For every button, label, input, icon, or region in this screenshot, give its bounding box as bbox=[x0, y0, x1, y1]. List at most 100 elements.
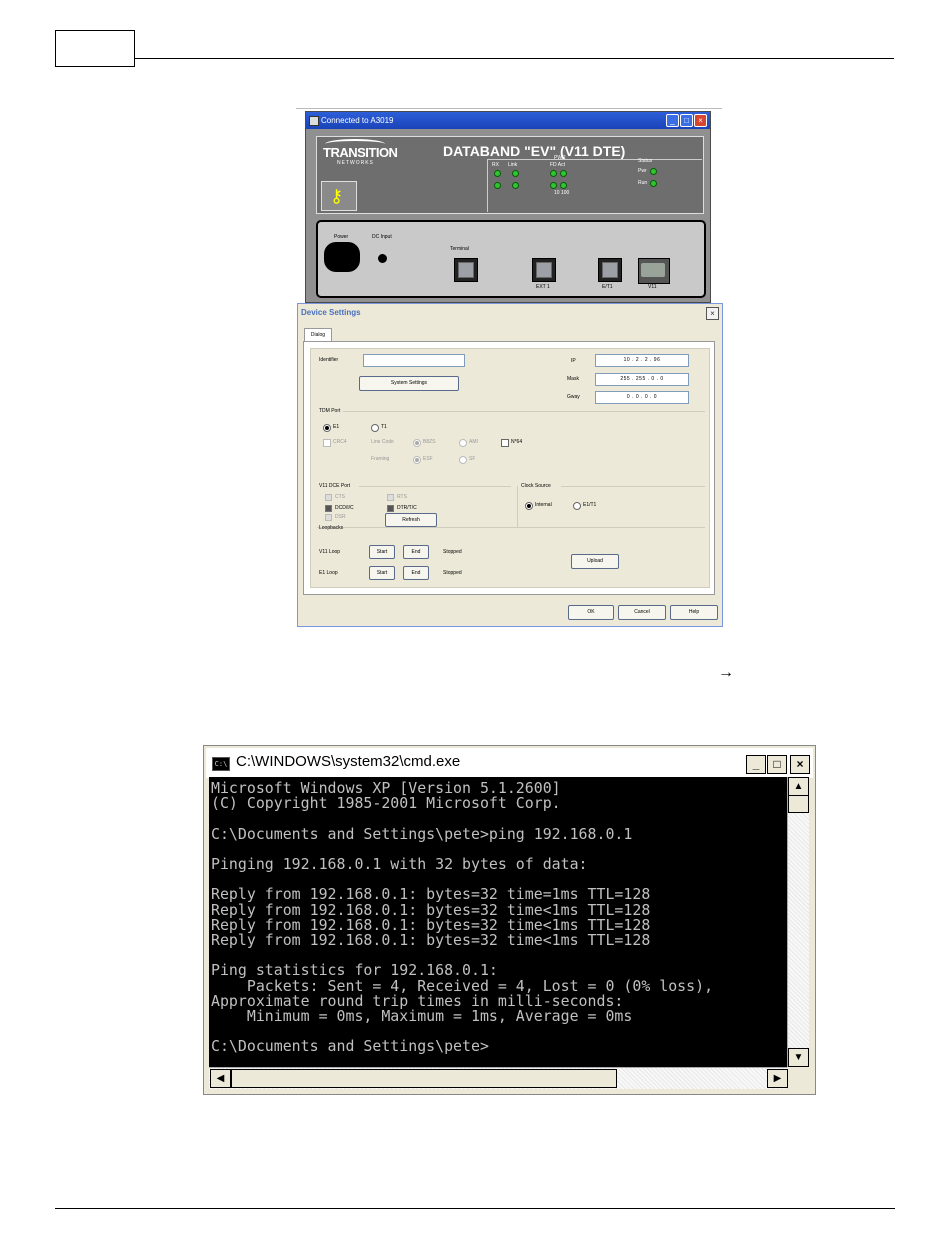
rts-label: RTS bbox=[397, 494, 407, 500]
ami-radio[interactable] bbox=[459, 439, 467, 447]
key-button[interactable]: ⚷ bbox=[321, 181, 357, 211]
e1-loop-start-button[interactable]: Start bbox=[369, 566, 395, 580]
console-output[interactable]: Microsoft Windows XP [Version 5.1.2600](… bbox=[209, 777, 787, 1067]
e1-loop-status: Stopped bbox=[443, 570, 462, 576]
dialog-title: Device Settings bbox=[301, 308, 361, 317]
v11-port[interactable] bbox=[638, 258, 670, 284]
dc-input-label: DC Input bbox=[372, 234, 392, 240]
close-button[interactable]: × bbox=[694, 114, 707, 127]
divider bbox=[517, 486, 518, 527]
led-label-pwr1: Pwr bbox=[638, 168, 647, 174]
e1-loop-end-button[interactable]: End bbox=[403, 566, 429, 580]
internal-clock-radio[interactable] bbox=[525, 502, 533, 510]
horizontal-scrollbar[interactable]: ◀ ▶ bbox=[209, 1067, 788, 1089]
gway-label: Gway bbox=[567, 394, 580, 400]
t1-radio[interactable] bbox=[371, 424, 379, 432]
led bbox=[494, 170, 501, 177]
led bbox=[560, 170, 567, 177]
console-line: Pinging 192.168.0.1 with 32 bytes of dat… bbox=[211, 855, 588, 874]
power-jack bbox=[324, 242, 360, 272]
device-window-titlebar[interactable]: Connected to A3019 _ □ × bbox=[306, 112, 710, 129]
arrow-icon: → bbox=[718, 664, 734, 681]
line-code-label: Line Code bbox=[371, 439, 394, 445]
dcd-label: DCD/I/C bbox=[335, 505, 354, 511]
console-line: C:\Documents and Settings\pete> bbox=[211, 1037, 489, 1056]
device-status-panel: TRANSITION NETWORKS ⚷ DATABAND "EV" (V11… bbox=[316, 136, 704, 214]
ip-label: IP bbox=[571, 358, 576, 364]
console-line: (C) Copyright 1985-2001 Microsoft Corp. bbox=[211, 794, 561, 813]
cancel-button[interactable]: Cancel bbox=[618, 605, 666, 620]
cmd-close-button[interactable]: × bbox=[790, 755, 810, 774]
t1-radio-label: T1 bbox=[381, 424, 387, 430]
e1-port[interactable] bbox=[598, 258, 622, 282]
sf-radio[interactable] bbox=[459, 456, 467, 464]
gway-input[interactable]: 0 . 0 . 0 . 0 bbox=[595, 391, 689, 404]
e1t1-clock-radio[interactable] bbox=[573, 502, 581, 510]
dc-input-jack bbox=[378, 254, 387, 263]
app-icon bbox=[309, 116, 319, 126]
help-button[interactable]: Help bbox=[670, 605, 718, 620]
dsr-label: DSR bbox=[335, 514, 346, 520]
dtr-label: DTR/T/C bbox=[397, 505, 417, 511]
v11-label: V11 bbox=[648, 284, 657, 290]
dsr-indicator bbox=[325, 514, 332, 521]
vertical-scroll-thumb[interactable] bbox=[788, 795, 809, 813]
crc4-checkbox[interactable] bbox=[323, 439, 331, 447]
identifier-label: Identifier bbox=[319, 357, 339, 363]
ext-port[interactable] bbox=[532, 258, 556, 282]
console-line: Reply from 192.168.0.1: bytes=32 time<1m… bbox=[211, 931, 651, 950]
vertical-scrollbar[interactable]: ▲ ▼ bbox=[787, 777, 809, 1067]
led bbox=[560, 182, 567, 189]
led-label-status: Status bbox=[638, 158, 653, 164]
v11-loop-start-button[interactable]: Start bbox=[369, 545, 395, 559]
device-window-title: Connected to A3019 bbox=[321, 116, 394, 125]
ip-input[interactable]: 10 . 2 . 2 . 96 bbox=[595, 354, 689, 367]
b8zs-radio[interactable] bbox=[413, 439, 421, 447]
v11-dce-port-label: V11 DCE Port bbox=[319, 483, 351, 489]
refresh-button[interactable]: Refresh bbox=[385, 513, 437, 527]
clock-source-label: Clock Source bbox=[521, 483, 551, 489]
framing-label: Framing bbox=[371, 456, 390, 462]
scroll-right-button[interactable]: ▶ bbox=[767, 1069, 788, 1088]
settings-panel: Identifier System Settings IP 10 . 2 . 2… bbox=[310, 348, 710, 588]
upload-button[interactable]: Upload bbox=[571, 554, 619, 569]
header-rule bbox=[134, 58, 894, 59]
n64-checkbox[interactable] bbox=[501, 439, 509, 447]
e1-radio[interactable] bbox=[323, 424, 331, 432]
ami-label: AMI bbox=[469, 439, 478, 445]
dialog-close-button[interactable]: × bbox=[706, 307, 719, 320]
minimize-button[interactable]: _ bbox=[666, 114, 679, 127]
esf-label: ESF bbox=[423, 456, 433, 462]
scroll-down-button[interactable]: ▼ bbox=[788, 1048, 809, 1067]
tab-dialog[interactable]: Dialog bbox=[304, 328, 332, 342]
led bbox=[550, 170, 557, 177]
ok-button[interactable]: OK bbox=[568, 605, 614, 620]
terminal-label: Terminal bbox=[450, 246, 469, 252]
horizontal-scroll-thumb[interactable] bbox=[231, 1069, 617, 1088]
scroll-left-button[interactable]: ◀ bbox=[210, 1069, 231, 1088]
led-label-rx: RX bbox=[492, 162, 499, 168]
cmd-icon: C:\ bbox=[212, 757, 230, 771]
figure-rule bbox=[296, 108, 722, 109]
page-number-box bbox=[55, 30, 135, 67]
e1-loop-label: E1 Loop bbox=[319, 570, 338, 576]
divider bbox=[359, 486, 511, 487]
mask-input[interactable]: 255 . 255 . 0 . 0 bbox=[595, 373, 689, 386]
system-settings-button[interactable]: System Settings bbox=[359, 376, 459, 391]
esf-radio[interactable] bbox=[413, 456, 421, 464]
terminal-port[interactable] bbox=[454, 258, 478, 282]
e1t1-clock-label: E1/T1 bbox=[583, 502, 597, 508]
device-window: Connected to A3019 _ □ × TRANSITION NETW… bbox=[305, 111, 711, 303]
cmd-titlebar[interactable]: C:\ C:\WINDOWS\system32\cmd.exe _ □ × bbox=[206, 748, 813, 778]
scroll-up-button[interactable]: ▲ bbox=[788, 777, 809, 796]
cmd-maximize-button[interactable]: □ bbox=[767, 755, 787, 774]
identifier-input[interactable] bbox=[363, 354, 465, 367]
led-label-pwr: PWR bbox=[554, 155, 566, 161]
dialog-titlebar[interactable]: Device Settings bbox=[298, 304, 722, 321]
maximize-button[interactable]: □ bbox=[680, 114, 693, 127]
dtr-indicator bbox=[387, 505, 394, 512]
cmd-minimize-button[interactable]: _ bbox=[746, 755, 766, 774]
cts-indicator bbox=[325, 494, 332, 501]
led bbox=[494, 182, 501, 189]
v11-loop-end-button[interactable]: End bbox=[403, 545, 429, 559]
